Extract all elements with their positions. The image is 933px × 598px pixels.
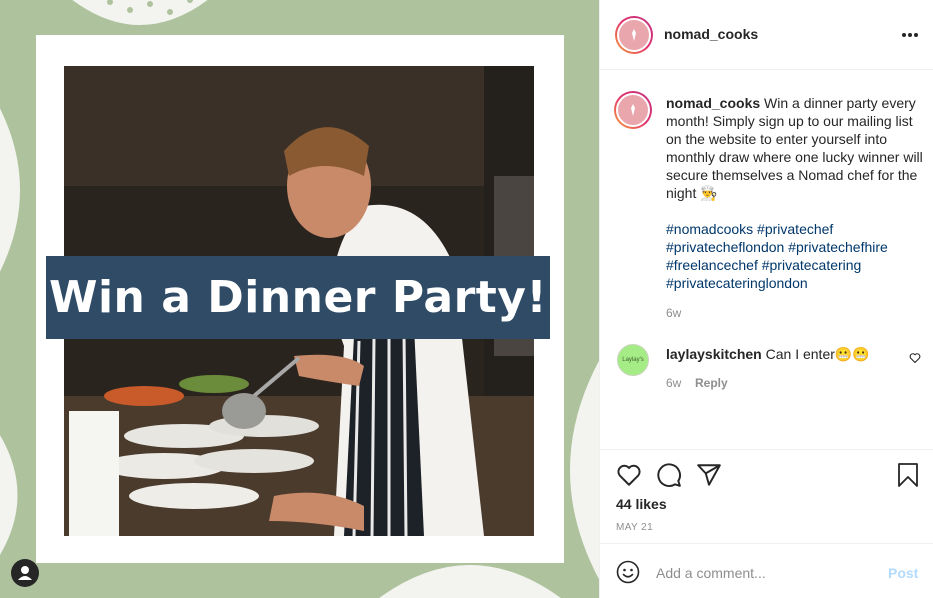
post-media[interactable]: Win a Dinner Party! bbox=[0, 0, 599, 598]
post-details-panel: nomad_cooks nomad_cooks Win a dinner par… bbox=[599, 0, 933, 598]
caption-timestamp[interactable]: 6w bbox=[666, 306, 681, 320]
post-comment-button[interactable]: Post bbox=[888, 565, 918, 581]
caption-username[interactable]: nomad_cooks bbox=[666, 95, 760, 111]
more-options-button[interactable] bbox=[896, 23, 924, 47]
decorative-leaf-top bbox=[72, 0, 208, 25]
commenter-username[interactable]: laylayskitchen bbox=[666, 346, 762, 362]
banner-text: Win a Dinner Party! bbox=[48, 272, 548, 323]
more-options-icon bbox=[901, 33, 906, 37]
comment-timestamp[interactable]: 6w bbox=[666, 376, 681, 390]
caption-avatar[interactable] bbox=[614, 91, 652, 129]
comment-icon[interactable] bbox=[656, 462, 682, 488]
comment-like-heart-icon[interactable] bbox=[909, 352, 921, 364]
share-icon[interactable] bbox=[696, 462, 722, 488]
emoji-icon[interactable] bbox=[616, 560, 640, 584]
comment-text: Can I enter😬😬 bbox=[761, 346, 870, 362]
bookmark-icon[interactable] bbox=[896, 462, 920, 488]
heart-icon[interactable] bbox=[616, 462, 642, 488]
commenter-avatar-text: Laylay's bbox=[622, 357, 644, 363]
add-comment-bar: Post bbox=[600, 543, 933, 598]
profile-avatar[interactable] bbox=[615, 16, 653, 54]
header-username[interactable]: nomad_cooks bbox=[664, 26, 758, 42]
user-tag-icon bbox=[18, 566, 32, 580]
reply-button[interactable]: Reply bbox=[695, 376, 728, 390]
post-actions: 44 likes MAY 21 bbox=[600, 449, 933, 543]
user-tag-button[interactable] bbox=[11, 559, 39, 587]
decorative-leaf-left bbox=[0, 108, 20, 272]
post-caption: nomad_cooks Win a dinner party every mon… bbox=[666, 94, 924, 292]
likes-count[interactable]: 44 likes bbox=[616, 496, 667, 512]
comment-item: laylayskitchen Can I enter😬😬 bbox=[666, 345, 896, 363]
commenter-avatar[interactable]: Laylay's bbox=[617, 344, 649, 376]
decorative-leaf-left-low bbox=[0, 435, 18, 555]
post-date[interactable]: MAY 21 bbox=[616, 522, 653, 533]
post-header: nomad_cooks bbox=[600, 0, 933, 70]
title-banner: Win a Dinner Party! bbox=[46, 256, 550, 339]
caption-hashtags[interactable]: #nomadcooks #privatechef #privatecheflon… bbox=[666, 220, 924, 292]
comment-input[interactable] bbox=[656, 565, 856, 581]
